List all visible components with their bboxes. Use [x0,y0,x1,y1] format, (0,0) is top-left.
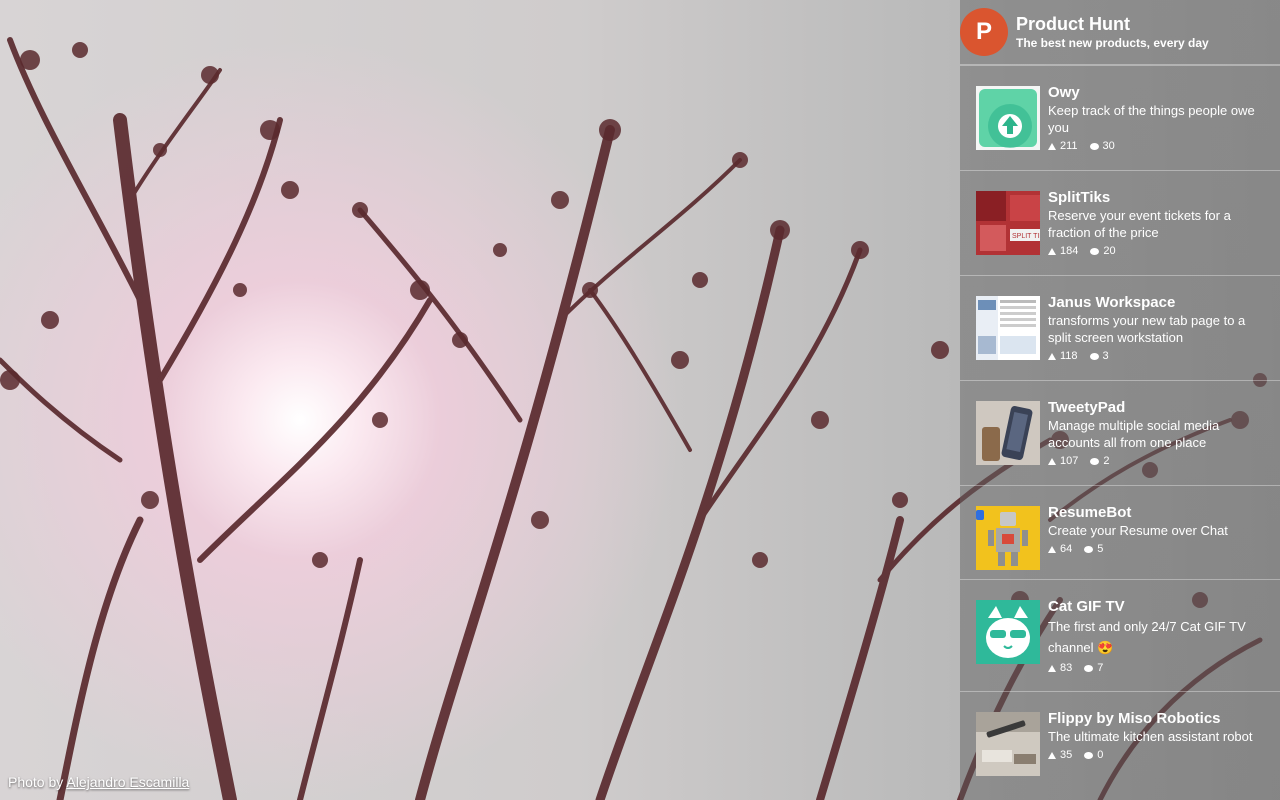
comment-count: 30 [1089,140,1115,152]
upvote-value: 211 [1060,140,1078,152]
upvote-count: 64 [1048,543,1072,555]
upvote-value: 83 [1060,662,1073,674]
comment-count: 2 [1090,455,1109,467]
upvote-value: 107 [1060,455,1079,467]
upvote-icon [1048,457,1056,465]
upvote-value: 118 [1060,350,1078,362]
owy-thumbnail [976,86,1040,150]
comment-count: 5 [1084,543,1103,555]
product-item-owy[interactable]: Owy Keep track of the things people owe … [960,66,1280,171]
product-description: Reserve your event tickets for a fractio… [1048,208,1231,240]
splittiks-image-icon: SPLIT TIKS [976,191,1040,255]
product-item-janus-workspace[interactable]: Janus Workspace transforms your new tab … [960,276,1280,381]
photo-credit-author-link[interactable]: Alejandro Escamilla [66,774,189,790]
comment-icon [1089,352,1099,360]
comment-icon [1090,247,1100,255]
upvote-value: 64 [1060,543,1073,555]
svg-text:SPLIT TIKS: SPLIT TIKS [1012,233,1040,240]
comment-icon [1084,751,1094,759]
product-item-flippy[interactable]: Flippy by Miso Robotics The ultimate kit… [960,692,1280,797]
comment-value: 5 [1097,543,1104,555]
product-description: The ultimate kitchen assistant robot [1048,729,1253,744]
photo-credit-prefix: Photo by [8,774,64,790]
comment-icon [1084,545,1094,553]
product-name: TweetyPad [1048,399,1126,416]
product-name: ResumeBot [1048,504,1132,521]
splittiks-thumbnail: SPLIT TIKS [976,191,1040,255]
comment-icon [1089,142,1099,150]
upvote-count: 107 [1048,455,1078,467]
comment-value: 2 [1103,455,1110,467]
product-hunt-logo-icon[interactable]: P [960,8,1008,56]
upvote-count: 184 [1048,245,1078,257]
comment-icon [1090,457,1100,465]
tweetypad-thumbnail [976,401,1040,465]
product-hunt-panel: P Product Hunt The best new products, ev… [960,0,1280,800]
product-item-resumebot[interactable]: ResumeBot Create your Resume over Chat 6… [960,486,1280,580]
product-description: Manage multiple social media accounts al… [1048,418,1220,450]
janus-screenshot-icon [976,296,1040,360]
product-description: Create your Resume over Chat [1048,523,1228,538]
resumebot-robot-icon [976,506,1040,570]
comment-count: 3 [1089,350,1109,362]
upvote-count: 211 [1048,140,1078,152]
comment-count: 7 [1084,662,1103,674]
product-description: The first and only 24/7 Cat GIF TV chann… [1048,619,1246,655]
product-hunt-header[interactable]: P Product Hunt The best new products, ev… [960,0,1280,66]
upvote-value: 35 [1060,749,1073,761]
product-name: Owy [1048,84,1080,101]
product-hunt-tagline: The best new products, every day [1016,36,1209,50]
upvote-icon [1048,664,1056,672]
product-item-tweetypad[interactable]: TweetyPad Manage multiple social media a… [960,381,1280,486]
resumebot-thumbnail [976,506,1040,570]
comment-value: 7 [1097,662,1104,674]
product-name: Janus Workspace [1048,294,1176,311]
upvote-icon [1048,545,1056,553]
flippy-thumbnail [976,712,1040,776]
product-description: transforms your new tab page to a split … [1048,313,1246,345]
janus-thumbnail [976,296,1040,360]
comment-value: 30 [1102,140,1115,152]
comment-value: 3 [1102,350,1109,362]
flippy-photo-icon [976,712,1040,776]
upvote-value: 184 [1060,245,1079,257]
upvote-count: 118 [1048,350,1078,362]
tweetypad-photo-icon [976,401,1040,465]
cat-gif-tv-logo-icon [976,600,1040,664]
comment-value: 20 [1103,245,1116,257]
upvote-icon [1048,352,1056,360]
upvote-icon [1048,142,1056,150]
photo-credit: Photo by Alejandro Escamilla [8,774,189,790]
comment-icon [1084,664,1094,672]
comment-count: 0 [1084,749,1103,761]
upvote-count: 35 [1048,749,1072,761]
upvote-icon [1048,751,1056,759]
owy-logo-icon [976,86,1040,150]
product-item-cat-gif-tv[interactable]: Cat GIF TV The first and only 24/7 Cat G… [960,580,1280,692]
comment-count: 20 [1090,245,1116,257]
comment-value: 0 [1097,749,1104,761]
upvote-count: 83 [1048,662,1072,674]
product-item-splittiks[interactable]: SPLIT TIKS SplitTiks Reserve your event … [960,171,1280,276]
product-name: Flippy by Miso Robotics [1048,710,1221,727]
product-name: Cat GIF TV [1048,598,1125,615]
product-hunt-title: Product Hunt [1016,14,1130,34]
product-name: SplitTiks [1048,189,1111,206]
cat-gif-tv-thumbnail [976,600,1040,664]
upvote-icon [1048,247,1056,255]
product-description: Keep track of the things people owe you [1048,103,1255,135]
